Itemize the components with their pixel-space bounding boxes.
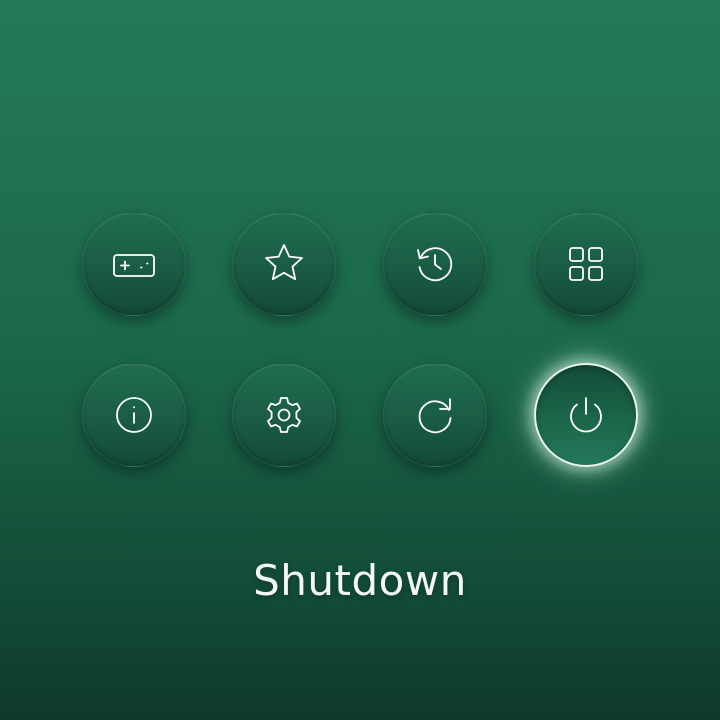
shutdown-button[interactable] (534, 363, 638, 467)
power-icon (570, 397, 602, 433)
info-icon (116, 397, 152, 433)
apps-button[interactable] (534, 212, 638, 316)
selected-item-label: Shutdown (253, 556, 467, 605)
star-icon (265, 244, 303, 281)
gamepad-icon (113, 254, 155, 277)
info-button[interactable] (82, 363, 186, 467)
grid-icon (569, 247, 603, 281)
restart-icon (418, 398, 452, 434)
games-button[interactable] (82, 212, 186, 316)
gear-icon (267, 397, 301, 433)
restart-button[interactable] (383, 363, 487, 467)
quick-menu-grid (82, 212, 638, 467)
history-button[interactable] (383, 212, 487, 316)
settings-button[interactable] (232, 363, 336, 467)
favorites-button[interactable] (232, 212, 336, 316)
history-clock-icon (417, 247, 453, 282)
